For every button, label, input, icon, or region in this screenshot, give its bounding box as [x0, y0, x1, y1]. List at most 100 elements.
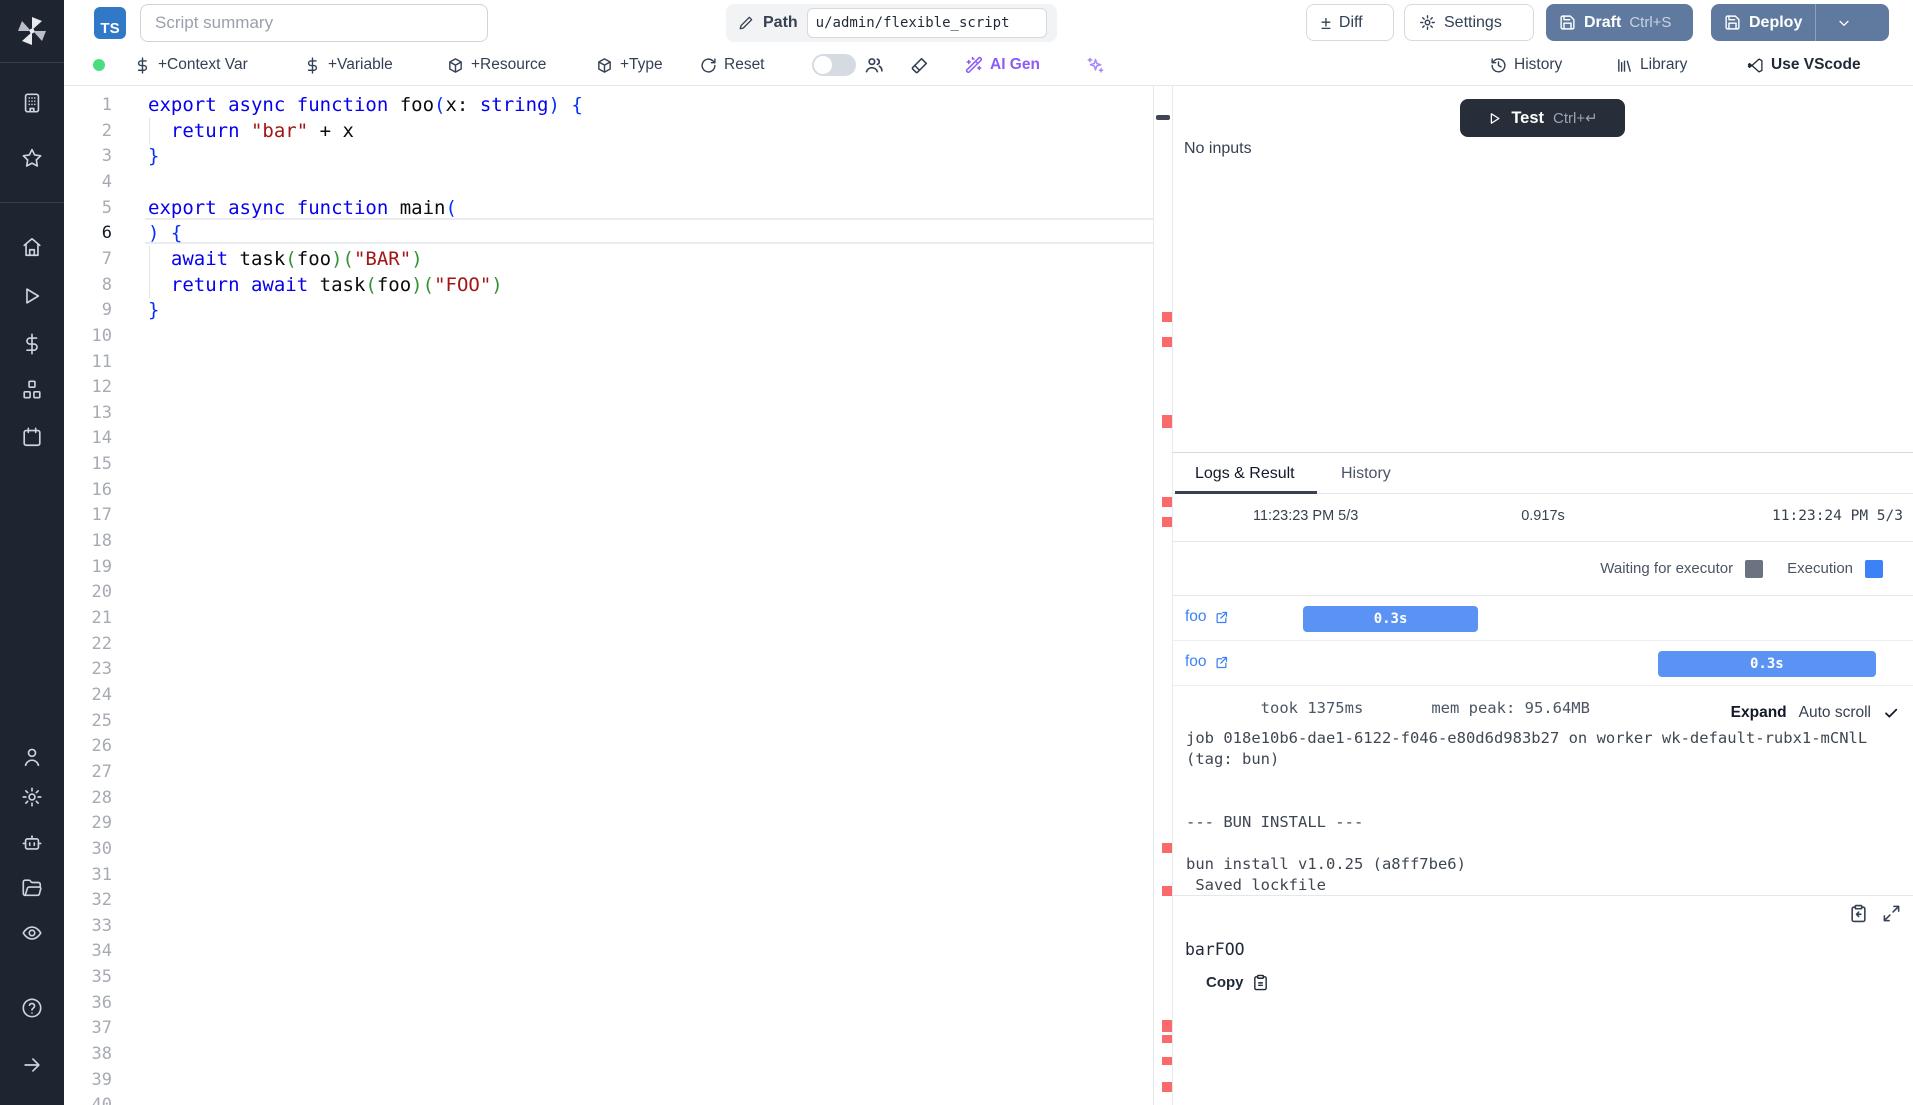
log-text: job 018e10b6-dae1-6122-f046-e80d6d983b27… — [1186, 728, 1892, 895]
sidebar-item-folders[interactable] — [21, 877, 43, 899]
sidebar-item-audit-logs[interactable] — [21, 922, 43, 944]
path-input[interactable] — [807, 8, 1047, 38]
line-number: 14 — [64, 425, 112, 451]
legend-swatch — [1745, 560, 1763, 578]
add-type-button[interactable]: +Type — [596, 52, 663, 78]
sidebar-item-settings[interactable] — [21, 786, 43, 808]
deploy-button[interactable]: Deploy — [1711, 4, 1889, 41]
sidebar-divider — [0, 62, 64, 63]
log-area: took 1375msmem peak: 95.64MB job 018e10b… — [1173, 688, 1913, 895]
test-button[interactable]: Test Ctrl+↵ — [1460, 99, 1625, 137]
reset-button[interactable]: Reset — [700, 52, 765, 78]
sidebar-expand-icon[interactable] — [21, 1054, 43, 1076]
sidebar-item-workers[interactable] — [21, 832, 43, 854]
task-job-link[interactable]: foo — [1185, 608, 1229, 626]
copy-result-button[interactable]: Copy — [1206, 974, 1269, 991]
ruler-marker — [1162, 1057, 1172, 1065]
sidebar-item-workspace[interactable] — [21, 92, 43, 114]
timeline-task-row: foo 0.3s — [1173, 641, 1913, 686]
line-number: 23 — [64, 656, 112, 682]
sidebar-item-schedules[interactable] — [21, 426, 43, 448]
line-number: 34 — [64, 938, 112, 964]
sparkles-icon[interactable] — [1086, 52, 1105, 78]
code-line: } — [148, 297, 159, 323]
tab-logs-result[interactable]: Logs & Result — [1195, 453, 1295, 494]
sidebar-item-variables[interactable] — [21, 333, 43, 355]
code-editor[interactable]: 1234567891011121314151617181920212223242… — [64, 86, 1153, 1105]
timeline-end-time: 11:23:24 PM 5/3 — [1772, 508, 1903, 524]
deploy-dropdown-button[interactable] — [1824, 4, 1864, 41]
code-line: return "bar" + x — [148, 118, 354, 144]
history-button[interactable]: History — [1490, 52, 1562, 78]
line-number: 25 — [64, 708, 112, 734]
expand-button[interactable]: Expand — [1731, 704, 1787, 722]
ruler-marker — [1162, 337, 1172, 347]
line-number: 30 — [64, 836, 112, 862]
line-number: 26 — [64, 733, 112, 759]
history-icon — [1490, 57, 1507, 74]
multiplayer-icon[interactable] — [864, 52, 884, 78]
dollar-icon — [134, 57, 151, 74]
add-variable-button[interactable]: +Variable — [304, 52, 393, 78]
diff-mode-toggle[interactable] — [812, 54, 856, 76]
use-vscode-button[interactable]: Use VScode — [1747, 52, 1861, 78]
code-line: export async function foo(x: string) { — [148, 92, 583, 118]
line-number: 19 — [64, 554, 112, 580]
line-number: 32 — [64, 887, 112, 913]
panel-splitter-handle[interactable] — [1156, 115, 1170, 120]
sidebar-item-help[interactable] — [21, 997, 43, 1019]
timeline-legend: Waiting for executorExecution — [1173, 542, 1913, 596]
code-line: await task(foo)("BAR") — [148, 246, 423, 272]
package-icon — [596, 57, 613, 74]
ruler-marker — [1162, 497, 1172, 507]
autoscroll-checkbox[interactable] — [1883, 705, 1899, 721]
timeline-task-row: foo 0.3s — [1173, 596, 1913, 641]
sidebar-divider — [0, 202, 64, 203]
ruler-marker — [1162, 517, 1172, 527]
line-number: 15 — [64, 451, 112, 477]
format-brush-icon[interactable] — [910, 52, 929, 78]
test-panel: Test Ctrl+↵ No inputs Logs & Result Hist… — [1173, 86, 1913, 1105]
sidebar-item-runs[interactable] — [21, 285, 43, 307]
reset-icon — [700, 57, 717, 74]
draft-button[interactable]: Draft Ctrl+S — [1546, 4, 1693, 41]
vscode-icon — [1747, 57, 1764, 74]
script-summary-input[interactable] — [140, 4, 488, 42]
legend-swatch — [1865, 560, 1883, 578]
sidebar-item-favorites[interactable] — [21, 147, 43, 169]
ruler-marker — [1162, 886, 1172, 896]
sidebar-item-home[interactable] — [21, 236, 43, 258]
line-number: 29 — [64, 810, 112, 836]
ruler-marker — [1162, 1035, 1172, 1043]
diff-button[interactable]: ± Diff — [1306, 4, 1394, 41]
add-resource-button[interactable]: +Resource — [447, 52, 546, 78]
copy-to-clipboard-icon[interactable] — [1849, 904, 1868, 923]
settings-button[interactable]: Settings — [1404, 4, 1534, 41]
line-number: 36 — [64, 990, 112, 1016]
result-tabs: Logs & Result History — [1173, 452, 1913, 494]
windmill-logo-icon[interactable] — [16, 15, 48, 47]
line-number: 6 — [64, 220, 112, 246]
path-label: Path — [763, 14, 798, 32]
ruler-marker — [1162, 843, 1172, 853]
task-job-link[interactable]: foo — [1185, 653, 1229, 671]
line-number: 2 — [64, 118, 112, 144]
task-duration-bar: 0.3s — [1303, 606, 1478, 632]
status-dot — [93, 59, 105, 71]
line-number: 4 — [64, 169, 112, 195]
ruler-marker — [1162, 1020, 1172, 1032]
diff-icon: ± — [1321, 14, 1331, 32]
sidebar-item-users[interactable] — [21, 746, 43, 768]
tab-history[interactable]: History — [1341, 453, 1391, 494]
package-icon — [447, 57, 464, 74]
add-context-var-button[interactable]: +Context Var — [134, 52, 248, 78]
expand-result-icon[interactable] — [1882, 904, 1901, 923]
ruler-marker — [1162, 312, 1172, 322]
ai-gen-button[interactable]: AI Gen — [965, 52, 1040, 78]
current-line-highlight — [145, 218, 1153, 244]
sidebar-item-resources[interactable] — [21, 379, 43, 401]
line-number: 5 — [64, 195, 112, 221]
line-number: 9 — [64, 297, 112, 323]
library-button[interactable]: Library — [1616, 52, 1687, 78]
autoscroll-label: Auto scroll — [1799, 704, 1871, 722]
